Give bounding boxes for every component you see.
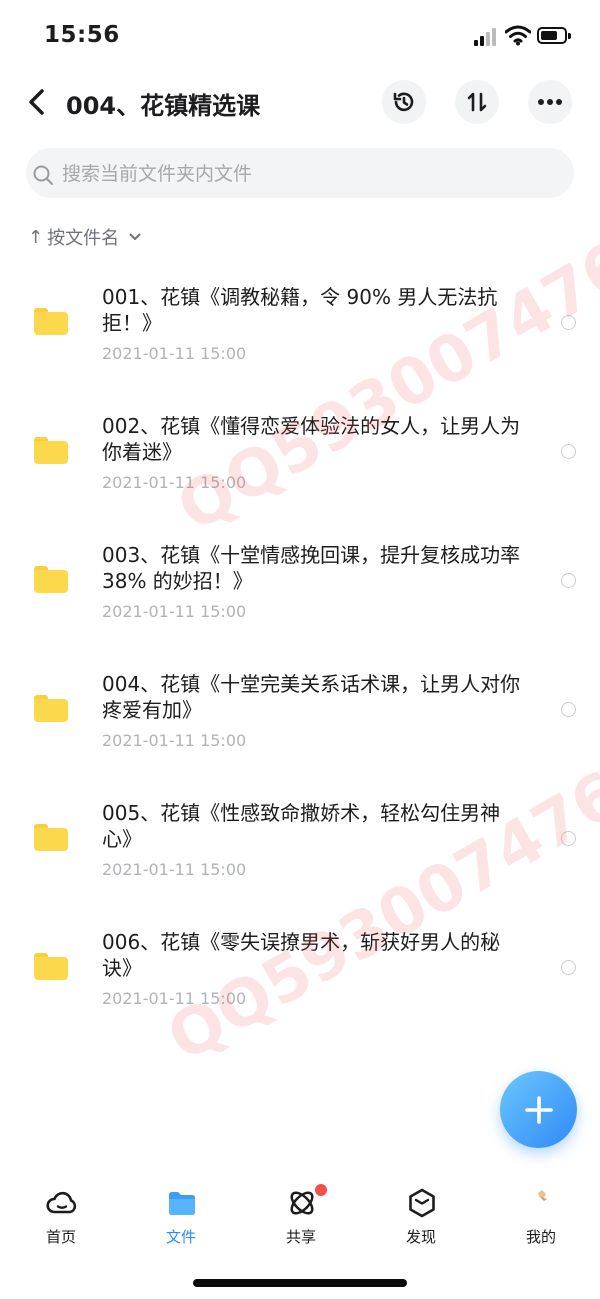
file-date: 2021-01-11 15:00	[102, 860, 247, 879]
status-bar: 15:56	[0, 0, 600, 72]
back-button[interactable]	[22, 84, 52, 120]
tab-files[interactable]: 文件	[141, 1178, 221, 1254]
folder-icon	[34, 437, 68, 464]
more-icon	[538, 99, 562, 105]
file-row[interactable]: 002、花镇《懂得恋爱体验法的女人，让男人为你着迷》 2021-01-11 15…	[0, 387, 600, 516]
status-time: 15:56	[44, 22, 120, 48]
file-list: 001、花镇《调教秘籍，令 90% 男人无法抗拒！》 2021-01-11 15…	[0, 258, 600, 1032]
chevron-down-icon	[129, 233, 141, 240]
folder-icon	[34, 953, 68, 980]
search-input[interactable]	[62, 160, 542, 188]
select-radio[interactable]	[561, 444, 576, 459]
hexagon-icon	[409, 1188, 435, 1218]
file-name: 003、花镇《十堂情感挽回课，提升复核成功率 38% 的妙招！》	[102, 543, 521, 593]
tab-home[interactable]: 首页	[21, 1178, 101, 1254]
history-button[interactable]	[382, 80, 426, 124]
plus-icon	[524, 1095, 553, 1124]
history-icon	[393, 92, 414, 112]
arrow-up-icon: ↑	[28, 226, 44, 248]
screen: 15:56 004、花镇精选课 搜索当前文件夹内文件 ↑ 按文件名 001、花镇…	[0, 0, 600, 1299]
tab-label: 我的	[525, 1228, 556, 1246]
sort-label: 按文件名	[47, 228, 120, 249]
folder-icon	[34, 824, 68, 851]
folder-icon	[34, 566, 68, 593]
add-button[interactable]	[500, 1071, 577, 1148]
file-date: 2021-01-11 15:00	[102, 989, 247, 1008]
file-row[interactable]: 006、花镇《零失误撩男术，斩获好男人的秘诀》 2021-01-11 15:00	[0, 903, 600, 1032]
sort-button[interactable]	[455, 80, 499, 124]
search-icon	[33, 165, 53, 185]
file-date: 2021-01-11 15:00	[102, 731, 247, 750]
wifi-icon	[505, 25, 531, 46]
file-name: 002、花镇《懂得恋爱体验法的女人，让男人为你着迷》	[102, 414, 521, 464]
tab-mine[interactable]: 我的	[501, 1178, 581, 1254]
sort-icon	[467, 92, 487, 112]
cloud-icon	[46, 1191, 77, 1214]
select-radio[interactable]	[561, 831, 576, 846]
page-title: 004、花镇精选课	[66, 92, 261, 120]
header: 004、花镇精选课	[0, 78, 600, 126]
sort-by-name-control[interactable]: ↑ 按文件名	[28, 224, 141, 250]
tab-bar: 首页 文件 共享 发现 我的	[0, 1178, 600, 1258]
file-row[interactable]: 001、花镇《调教秘籍，令 90% 男人无法抗拒！》 2021-01-11 15…	[0, 258, 600, 387]
more-button[interactable]	[528, 80, 572, 124]
select-radio[interactable]	[561, 573, 576, 588]
tab-label: 共享	[285, 1228, 316, 1246]
tab-label: 发现	[405, 1228, 436, 1246]
tab-label: 文件	[165, 1228, 196, 1246]
notification-dot	[315, 1184, 327, 1196]
battery-icon	[537, 27, 571, 44]
file-row[interactable]: 005、花镇《性感致命撒娇术，轻松勾住男神心》 2021-01-11 15:00	[0, 774, 600, 903]
select-radio[interactable]	[561, 702, 576, 717]
avatar-icon	[538, 1190, 547, 1201]
file-row[interactable]: 003、花镇《十堂情感挽回课，提升复核成功率 38% 的妙招！》 2021-01…	[0, 516, 600, 645]
folder-icon	[34, 308, 68, 335]
file-name: 004、花镇《十堂完美关系话术课，让男人对你疼爱有加》	[102, 672, 521, 722]
folder-icon	[34, 695, 68, 722]
file-date: 2021-01-11 15:00	[102, 344, 247, 363]
file-name: 006、花镇《零失误撩男术，斩获好男人的秘诀》	[102, 930, 501, 980]
tab-label: 首页	[45, 1228, 76, 1246]
folder-icon	[169, 1192, 195, 1215]
file-name: 001、花镇《调教秘籍，令 90% 男人无法抗拒！》	[102, 285, 498, 335]
tab-share[interactable]: 共享	[261, 1178, 341, 1254]
select-radio[interactable]	[561, 315, 576, 330]
home-indicator	[193, 1279, 407, 1287]
select-radio[interactable]	[561, 960, 576, 975]
file-name: 005、花镇《性感致命撒娇术，轻松勾住男神心》	[102, 801, 501, 851]
file-date: 2021-01-11 15:00	[102, 473, 247, 492]
tab-discover[interactable]: 发现	[381, 1178, 461, 1254]
atom-icon	[290, 1191, 314, 1215]
signal-icon	[474, 28, 498, 46]
file-row[interactable]: 004、花镇《十堂完美关系话术课，让男人对你疼爱有加》 2021-01-11 1…	[0, 645, 600, 774]
file-date: 2021-01-11 15:00	[102, 602, 247, 621]
